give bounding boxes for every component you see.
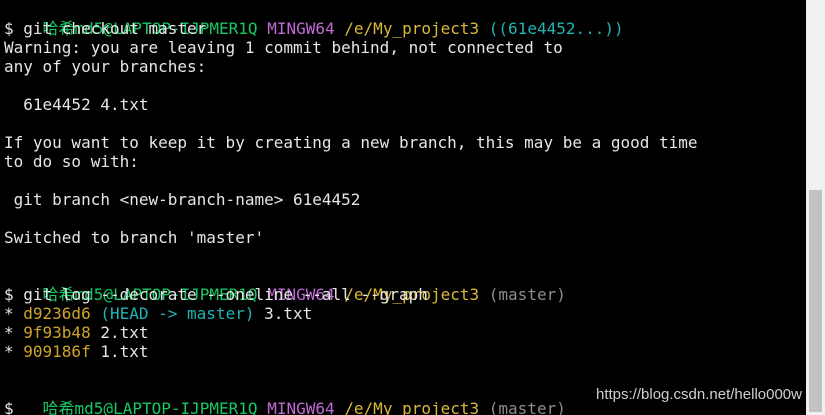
cursor-line[interactable]: $ [4, 399, 14, 415]
log-ref: (HEAD -> master) [100, 304, 255, 323]
prompt-path: /e/My_project3 [344, 399, 480, 415]
log-message: 2.txt [90, 323, 149, 342]
command-line: $ git log --decorate --oneline --all --g… [4, 285, 428, 304]
scrollbar-thumb[interactable] [809, 190, 822, 412]
output-line: If you want to keep it by creating a new… [4, 133, 698, 152]
prompt-branch: ((61e4452...)) [488, 19, 624, 38]
output-line: to do so with: [4, 152, 139, 171]
output-line: 61e4452 4.txt [4, 95, 149, 114]
log-graph: * [4, 304, 24, 323]
prompt-system: MINGW64 [267, 19, 335, 38]
output-line: git branch <new-branch-name> 61e4452 [4, 190, 361, 209]
prompt-line: 哈希md5@LAPTOP-IJPMER1Q MINGW64 /e/My_proj… [4, 380, 566, 415]
log-graph: * [4, 323, 24, 342]
log-message: 3.txt [254, 304, 313, 323]
log-graph: * [4, 342, 24, 361]
log-message: 1.txt [90, 342, 149, 361]
output-line: Warning: you are leaving 1 commit behind… [4, 38, 563, 57]
prompt-user: 哈希md5@LAPTOP-IJPMER1Q [42, 399, 258, 415]
log-entry: * d9236d6 (HEAD -> master) 3.txt [4, 304, 312, 323]
log-hash: 909186f [23, 342, 91, 361]
log-hash: 9f93b48 [23, 323, 91, 342]
log-hash: d9236d6 [23, 304, 91, 323]
output-line: any of your branches: [4, 57, 207, 76]
prompt-path: /e/My_project3 [344, 19, 480, 38]
vertical-scrollbar[interactable] [806, 0, 825, 415]
prompt-branch: (master) [488, 399, 566, 415]
watermark-text: https://blog.csdn.net/hello000w [596, 386, 802, 403]
prompt-line: 哈希md5@LAPTOP-IJPMER1Q MINGW64 /e/My_proj… [4, 0, 624, 38]
output-line: Switched to branch 'master' [4, 228, 265, 247]
prompt-system: MINGW64 [267, 399, 335, 415]
prompt-branch: (master) [488, 285, 566, 304]
prompt-line: 哈希md5@LAPTOP-IJPMER1Q MINGW64 /e/My_proj… [4, 266, 566, 304]
command-line: $ git checkout master [4, 19, 207, 38]
log-entry: * 9f93b48 2.txt [4, 323, 149, 342]
terminal-output[interactable]: 哈希md5@LAPTOP-IJPMER1Q MINGW64 /e/My_proj… [0, 0, 806, 415]
log-entry: * 909186f 1.txt [4, 342, 149, 361]
